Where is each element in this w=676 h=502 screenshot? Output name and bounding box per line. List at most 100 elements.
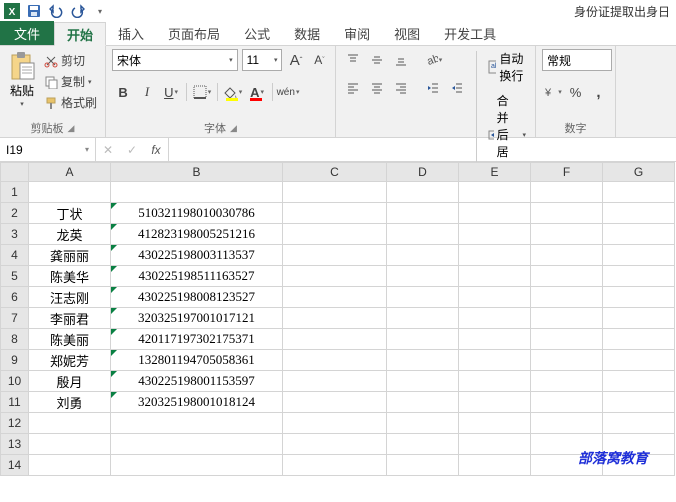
cell[interactable] <box>387 203 459 224</box>
cell[interactable] <box>387 245 459 266</box>
cell[interactable] <box>459 308 531 329</box>
row-header[interactable]: 8 <box>1 329 29 350</box>
cell[interactable] <box>283 413 387 434</box>
row-header[interactable]: 12 <box>1 413 29 434</box>
align-right-button[interactable] <box>390 77 412 99</box>
cell[interactable] <box>283 245 387 266</box>
cell-id[interactable]: 510321198010030786 <box>111 203 283 224</box>
undo-icon[interactable] <box>48 3 64 19</box>
col-header[interactable]: D <box>387 163 459 182</box>
grow-font-button[interactable]: Aˆ <box>286 50 305 70</box>
cell-name[interactable]: 龙英 <box>29 224 111 245</box>
cell[interactable] <box>387 371 459 392</box>
tab-developer[interactable]: 开发工具 <box>432 21 508 45</box>
cell-id[interactable]: 430225198008123527 <box>111 287 283 308</box>
col-header[interactable]: F <box>531 163 603 182</box>
row-header[interactable]: 1 <box>1 182 29 203</box>
cell-name[interactable]: 殷月 <box>29 371 111 392</box>
cell[interactable] <box>603 329 675 350</box>
cell[interactable] <box>387 266 459 287</box>
font-launcher-icon[interactable]: ◢ <box>230 123 237 134</box>
cell-id[interactable]: 320325197001017121 <box>111 308 283 329</box>
cell[interactable] <box>603 392 675 413</box>
cell[interactable] <box>459 413 531 434</box>
cell[interactable] <box>283 287 387 308</box>
cell[interactable] <box>531 224 603 245</box>
paste-dropdown-icon[interactable]: ▾ <box>20 100 24 108</box>
redo-icon[interactable] <box>70 3 86 19</box>
cell[interactable] <box>387 182 459 203</box>
cell[interactable] <box>283 350 387 371</box>
cell[interactable] <box>459 455 531 476</box>
row-header[interactable]: 13 <box>1 434 29 455</box>
wrap-text-button[interactable]: ab 自动换行 <box>485 49 530 85</box>
select-all-corner[interactable] <box>1 163 29 182</box>
cell-name[interactable]: 汪志刚 <box>29 287 111 308</box>
font-size-select[interactable]: 11 ▾ <box>242 49 283 71</box>
font-color-button[interactable]: A ▾ <box>246 81 268 103</box>
italic-button[interactable]: I <box>136 81 158 103</box>
tab-file[interactable]: 文件 <box>0 21 54 45</box>
cell[interactable] <box>459 392 531 413</box>
tab-home[interactable]: 开始 <box>54 22 106 46</box>
bold-button[interactable]: B <box>112 81 134 103</box>
cell[interactable] <box>283 371 387 392</box>
cell[interactable] <box>459 224 531 245</box>
cell-name[interactable]: 丁状 <box>29 203 111 224</box>
save-icon[interactable] <box>26 3 42 19</box>
cell[interactable] <box>387 413 459 434</box>
percent-button[interactable]: % <box>565 81 586 103</box>
cell-id[interactable]: 132801194705058361 <box>111 350 283 371</box>
comma-button[interactable]: , <box>588 81 609 103</box>
format-painter-button[interactable]: 格式刷 <box>42 93 99 112</box>
cell-name[interactable]: 龚丽丽 <box>29 245 111 266</box>
cell[interactable] <box>283 434 387 455</box>
cell-name[interactable]: 李丽君 <box>29 308 111 329</box>
row-header[interactable]: 3 <box>1 224 29 245</box>
cell[interactable] <box>603 182 675 203</box>
tab-data[interactable]: 数据 <box>282 21 332 45</box>
row-header[interactable]: 10 <box>1 371 29 392</box>
cell[interactable] <box>29 434 111 455</box>
cell[interactable] <box>283 329 387 350</box>
cell[interactable] <box>387 455 459 476</box>
align-left-button[interactable] <box>342 77 364 99</box>
cell[interactable] <box>531 203 603 224</box>
cell[interactable] <box>283 392 387 413</box>
cell[interactable] <box>29 455 111 476</box>
row-header[interactable]: 4 <box>1 245 29 266</box>
name-box[interactable]: I19 ▾ <box>0 138 96 161</box>
row-header[interactable]: 14 <box>1 455 29 476</box>
col-header[interactable]: C <box>283 163 387 182</box>
table-header-cell[interactable]: 姓 名 <box>29 182 111 203</box>
cell[interactable] <box>387 329 459 350</box>
row-header[interactable]: 2 <box>1 203 29 224</box>
col-header[interactable]: G <box>603 163 675 182</box>
cell[interactable] <box>603 287 675 308</box>
cell[interactable] <box>283 224 387 245</box>
copy-button[interactable]: 复制 ▾ <box>42 72 99 91</box>
row-header[interactable]: 7 <box>1 308 29 329</box>
phonetic-button[interactable]: wén▾ <box>277 81 299 103</box>
font-name-select[interactable]: 宋体 ▾ <box>112 49 238 71</box>
cell[interactable] <box>283 455 387 476</box>
tab-insert[interactable]: 插入 <box>106 21 156 45</box>
number-format-select[interactable]: 常规 <box>542 49 612 71</box>
cell[interactable] <box>459 329 531 350</box>
cell[interactable] <box>603 308 675 329</box>
cell[interactable] <box>531 329 603 350</box>
copy-dropdown-icon[interactable]: ▾ <box>88 78 92 86</box>
insert-function-button[interactable]: fx <box>144 143 168 157</box>
table-header-cell[interactable]: 身 份 证 号 <box>111 182 283 203</box>
row-header[interactable]: 9 <box>1 350 29 371</box>
tab-formulas[interactable]: 公式 <box>232 21 282 45</box>
cut-button[interactable]: 剪切 <box>42 51 99 70</box>
cell[interactable] <box>387 224 459 245</box>
cell[interactable] <box>603 350 675 371</box>
qat-customize-icon[interactable]: ▾ <box>92 3 108 19</box>
tab-view[interactable]: 视图 <box>382 21 432 45</box>
col-header[interactable]: E <box>459 163 531 182</box>
cell-name[interactable]: 陈美华 <box>29 266 111 287</box>
cell[interactable] <box>603 245 675 266</box>
cell[interactable] <box>531 182 603 203</box>
